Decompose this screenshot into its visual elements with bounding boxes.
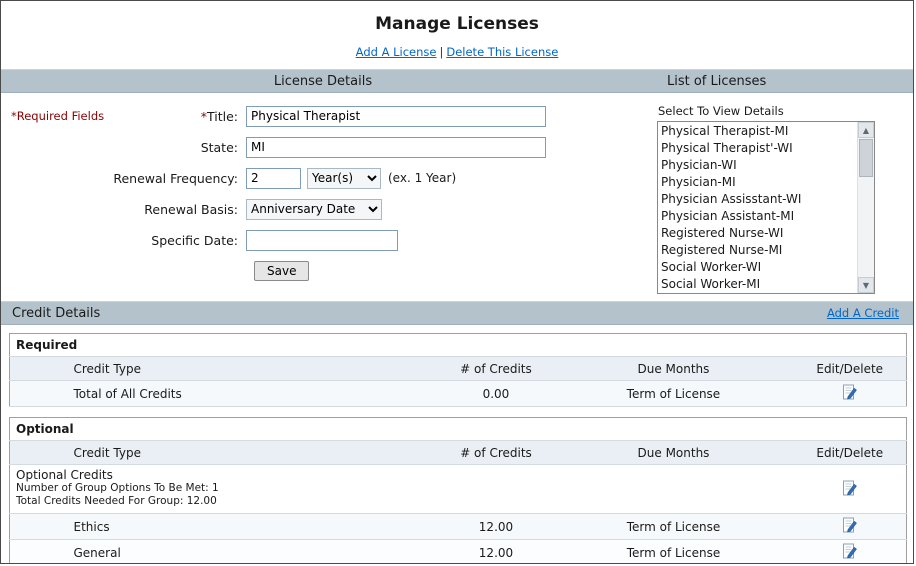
credit-type-cell: General (69, 539, 439, 563)
optional-group-name: Optional Credits (16, 468, 113, 482)
required-column-header-row: Credit Type # of Credits Due Months Edit… (9, 356, 907, 381)
renewal-frequency-row: Renewal Frequency: Year(s) (ex. 1 Year) (9, 167, 645, 189)
spacer-cell (9, 440, 70, 465)
optional-column-header-row: Credit Type # of Credits Due Months Edit… (9, 440, 907, 465)
optional-group-line2: Number of Group Options To Be Met: 1 (16, 482, 219, 494)
edit-icon[interactable] (841, 543, 859, 560)
state-input[interactable] (246, 136, 546, 158)
section-header-bar: License Details List of Licenses (1, 69, 913, 93)
listbox-scrollbar[interactable]: ▲ ▼ (857, 122, 874, 293)
license-details-content: *Required Fields *Title: State: Renewal … (1, 93, 913, 294)
top-links: Add A License | Delete This License (1, 34, 913, 66)
optional-credits-table: Optional Credit Type # of Credits Due Mo… (9, 417, 907, 563)
license-list-item[interactable]: Registered Nurse-WI (661, 225, 874, 242)
required-section-title-row: Required (9, 333, 907, 357)
page-title: Manage Licenses (375, 14, 539, 34)
due-months-cell: Term of License (553, 539, 794, 563)
license-list-item[interactable]: Physician-WI (661, 157, 874, 174)
select-to-view-hint: Select To View Details (658, 104, 784, 118)
required-fields-note: *Required Fields (11, 109, 105, 123)
edit-delete-cell (793, 539, 907, 563)
spacer-cell (9, 356, 70, 381)
license-details-header: License Details (273, 73, 373, 89)
scroll-thumb[interactable] (859, 139, 873, 177)
credit-type-header: Credit Type (69, 356, 439, 381)
due-months-header: Due Months (553, 356, 794, 381)
license-list-item[interactable]: Physician Assisstant-WI (661, 191, 874, 208)
credit-details-header: Credit Details (12, 305, 101, 321)
license-listbox[interactable]: Physical Therapist-MI Physical Therapist… (657, 121, 875, 294)
required-credits-table: Required Credit Type # of Credits Due Mo… (9, 333, 907, 407)
edit-delete-cell (793, 464, 907, 514)
spacer-cell (9, 380, 70, 407)
num-credits-cell: 12.00 (438, 539, 554, 563)
credit-type-cell: Ethics (69, 513, 439, 540)
manage-licenses-page: Manage Licenses Add A License | Delete Thi… (0, 0, 914, 564)
optional-section-title-row: Optional (9, 417, 907, 441)
optional-group-row: Optional Credits Number of Group Options… (9, 464, 907, 514)
list-of-licenses-panel: Select To View Details Physical Therapis… (645, 101, 913, 294)
link-separator: | (439, 45, 444, 59)
credit-details-bar: Credit Details Add A Credit (1, 301, 913, 325)
renewal-frequency-label: Renewal Frequency: (113, 170, 238, 186)
title-input[interactable] (246, 105, 546, 127)
table-row: Total of All Credits 0.00 Term of Licens… (9, 380, 907, 407)
license-list-item[interactable]: Physical Therapist'-WI (661, 140, 874, 157)
save-button[interactable]: Save (254, 261, 310, 281)
specific-date-row: Specific Date: (9, 229, 645, 251)
edit-delete-header: Edit/Delete (793, 440, 907, 465)
renewal-basis-row: Renewal Basis: Anniversary Date (9, 198, 645, 220)
save-row: Save (9, 260, 645, 282)
license-list-item[interactable]: Physician-MI (661, 174, 874, 191)
renewal-basis-label: Renewal Basis: (144, 201, 238, 217)
table-row: General 12.00 Term of License (9, 539, 907, 563)
num-credits-cell: 12.00 (438, 513, 554, 540)
renewal-frequency-input[interactable] (246, 167, 301, 189)
credit-type-header: Credit Type (69, 440, 439, 465)
license-list-item[interactable]: Physical Therapist-MI (661, 123, 874, 140)
credit-type-cell: Total of All Credits (69, 380, 439, 407)
title-row: *Title: (9, 105, 645, 127)
delete-license-link[interactable]: Delete This License (446, 45, 558, 59)
due-months-header: Due Months (553, 440, 794, 465)
renewal-basis-select[interactable]: Anniversary Date (246, 198, 382, 220)
license-list-item[interactable]: Registered Nurse-MI (661, 242, 874, 259)
edit-icon[interactable] (841, 517, 859, 534)
list-of-licenses-header: List of Licenses (667, 73, 767, 89)
num-credits-header: # of Credits (438, 356, 554, 381)
title-label-text: Title: (207, 108, 238, 124)
edit-icon[interactable] (841, 480, 859, 497)
renewal-frequency-hint: (ex. 1 Year) (388, 171, 457, 185)
add-credit-link[interactable]: Add A Credit (827, 306, 899, 320)
edit-icon[interactable] (841, 384, 859, 401)
num-credits-cell: 0.00 (438, 380, 554, 407)
license-list-item[interactable]: Physician Assistant-MI (661, 208, 874, 225)
edit-delete-cell (793, 380, 907, 407)
specific-date-input[interactable] (246, 229, 398, 251)
optional-section-title: Optional (9, 417, 907, 441)
optional-group-info: Optional Credits Number of Group Options… (9, 464, 794, 514)
add-license-link[interactable]: Add A License (356, 45, 437, 59)
renewal-frequency-unit-select[interactable]: Year(s) (307, 167, 381, 189)
specific-date-label: Specific Date: (151, 232, 238, 248)
optional-group-line3: Total Credits Needed For Group: 12.00 (16, 495, 217, 507)
due-months-cell: Term of License (553, 513, 794, 540)
license-list-item[interactable]: Social Worker-WI (661, 259, 874, 276)
scroll-up-icon[interactable]: ▲ (858, 122, 874, 138)
license-list-item[interactable]: Social Worker-MI (661, 276, 874, 293)
state-row: State: (9, 136, 645, 158)
spacer-cell (9, 513, 70, 540)
license-list: Physical Therapist-MI Physical Therapist… (658, 122, 874, 293)
license-details-form: *Required Fields *Title: State: Renewal … (9, 101, 645, 294)
edit-delete-cell (793, 513, 907, 540)
edit-delete-header: Edit/Delete (793, 356, 907, 381)
scroll-down-icon[interactable]: ▼ (858, 277, 874, 293)
table-row: Ethics 12.00 Term of License (9, 513, 907, 540)
num-credits-header: # of Credits (438, 440, 554, 465)
required-section-title: Required (9, 333, 907, 357)
state-label: State: (200, 139, 238, 155)
due-months-cell: Term of License (553, 380, 794, 407)
spacer-cell (9, 539, 70, 563)
